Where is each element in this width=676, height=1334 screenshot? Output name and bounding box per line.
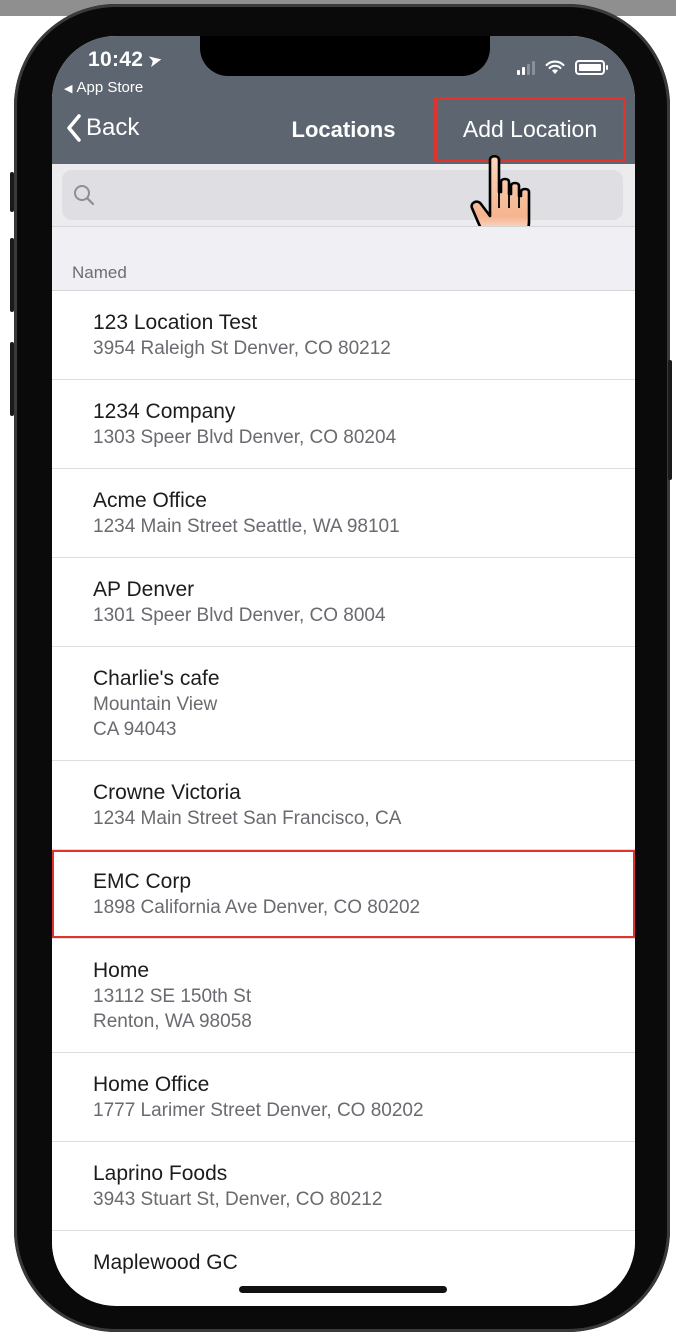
location-name: Home Office [93,1073,210,1096]
chevron-left-icon [67,114,81,142]
location-address: 3943 Stuart St, Denver, CO 80212 [93,1189,383,1210]
location-name: AP Denver [93,578,195,601]
back-button-label: Back [86,114,140,141]
location-name: Crowne Victoria [93,781,241,804]
status-icons [517,60,608,75]
location-address: 1777 Larimer Street Denver, CO 80202 [93,1100,424,1121]
phone-screen: 10:42 ➤ ◀ App Store Back Locations Add L… [52,36,635,1306]
camera-notch [200,36,490,76]
back-triangle-icon: ◀ [64,83,73,95]
location-address-line: Mountain View [93,694,218,715]
wifi-icon [545,60,565,74]
location-row[interactable]: Acme Office 1234 Main Street Seattle, WA … [52,469,635,558]
volume-down-button [10,342,14,416]
cellular-signal-icon [517,61,535,75]
time-text: 10:42 [88,48,144,71]
location-address-line: 13112 SE 150th St [93,986,252,1007]
power-button [668,360,672,480]
location-address: 1301 Speer Blvd Denver, CO 8004 [93,605,386,626]
navigation-bar: Back Locations Add Location [52,96,635,164]
back-button[interactable]: Back [66,114,139,142]
section-header-label: Named [72,263,127,282]
location-name: Charlie's cafe [93,667,220,690]
location-row[interactable]: EMC Corp 1898 California Ave Denver, CO 8… [52,850,635,939]
location-row[interactable]: 1234 Company 1303 Speer Blvd Denver, CO 8… [52,380,635,469]
location-list: 123 Location Test 3954 Raleigh St Denver,… [52,291,635,1294]
location-address-line: CA 94043 [93,719,177,740]
location-name: Maplewood GC [93,1251,238,1274]
location-row[interactable]: Home 13112 SE 150th St Renton, WA 98058 [52,939,635,1053]
section-header: Named [52,226,635,291]
battery-icon [575,60,608,75]
volume-up-button [10,238,14,312]
location-address: 1234 Main Street San Francisco, CA [93,808,402,829]
location-address-line: Renton, WA 98058 [93,1011,252,1032]
search-bar[interactable] [62,170,623,220]
location-name: Home [93,959,150,982]
location-row[interactable]: AP Denver 1301 Speer Blvd Denver, CO 8004 [52,558,635,647]
location-row[interactable]: Charlie's cafe Mountain View CA 94043 [52,647,635,761]
location-name: 1234 Company [93,400,236,423]
add-location-label: Add Location [462,116,598,142]
location-address: 1234 Main Street Seattle, WA 98101 [93,516,400,537]
location-row[interactable]: Maplewood GC [52,1231,635,1294]
location-row[interactable]: 123 Location Test 3954 Raleigh St Denver,… [52,291,635,380]
home-indicator[interactable] [239,1286,447,1293]
location-name: 123 Location Test [93,311,258,334]
location-name: Acme Office [93,489,207,512]
search-area [52,164,635,226]
back-to-app-link[interactable]: ◀ App Store [64,79,143,96]
location-row[interactable]: Laprino Foods 3943 Stuart St, Denver, CO … [52,1142,635,1231]
location-address: 3954 Raleigh St Denver, CO 80212 [93,338,391,359]
back-app-label: App Store [76,79,144,96]
location-address: 1303 Speer Blvd Denver, CO 80204 [93,427,397,448]
location-name: Laprino Foods [93,1162,228,1185]
location-address: 1898 California Ave Denver, CO 80202 [93,897,421,918]
status-time: 10:42 ➤ [88,48,165,72]
location-arrow-icon: ➤ [146,49,165,72]
location-row[interactable]: Home Office 1777 Larimer Street Denver, C… [52,1053,635,1142]
location-name: EMC Corp [93,870,192,893]
silent-switch [10,172,14,212]
location-row[interactable]: Crowne Victoria 1234 Main Street San Fran… [52,761,635,850]
search-icon [74,185,95,206]
